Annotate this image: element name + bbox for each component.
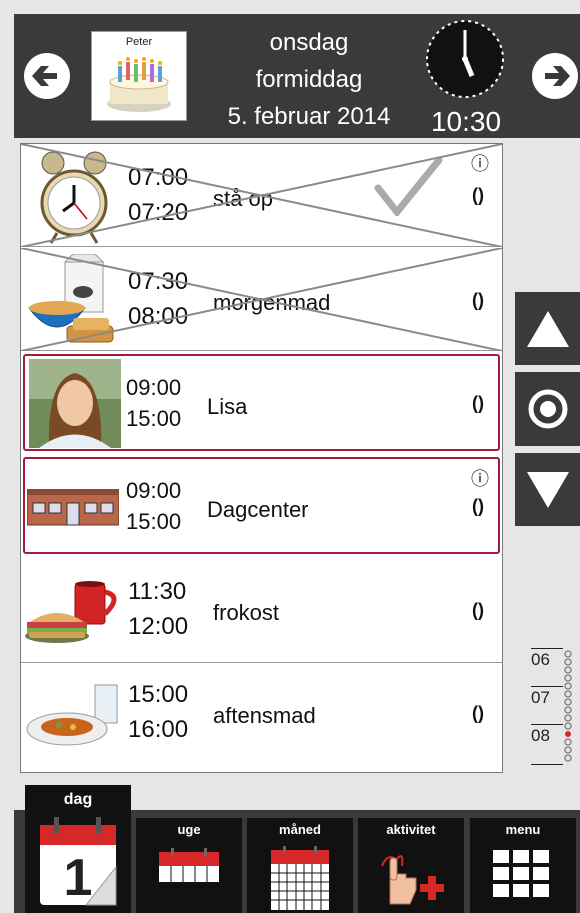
- end-time: 16:00: [128, 716, 189, 743]
- person-photo: [29, 359, 121, 448]
- triangle-down-icon: [526, 471, 569, 508]
- profile-picture[interactable]: Peter: [91, 31, 187, 121]
- end-time: 15:00: [126, 509, 182, 534]
- birthday-cake-icon: [107, 57, 171, 112]
- activity-row[interactable]: 11:30 12:00 frokost (): [21, 560, 502, 663]
- profile-name: Peter: [125, 36, 153, 48]
- start-time: 09:00: [126, 478, 182, 503]
- daypart-label: formiddag: [255, 66, 363, 93]
- activity-row-selected[interactable]: 09:00 15:00 Dagcenter ⓘ (): [23, 457, 500, 554]
- calendar-week-icon: [159, 848, 219, 882]
- tab-uge[interactable]: uge: [136, 818, 242, 913]
- date-label: 5. februar 2014: [227, 103, 391, 130]
- calendar-day-icon: 1: [40, 817, 117, 907]
- tab-aktivitet[interactable]: aktivitet: [358, 818, 464, 913]
- activity-title: frokost: [213, 600, 280, 625]
- end-time: 15:00: [126, 406, 182, 431]
- timeline-beads-icon: [564, 650, 572, 762]
- next-day-button[interactable]: [532, 53, 578, 99]
- repeat-icon[interactable]: (): [472, 600, 484, 621]
- tab-dag[interactable]: dag 1: [25, 785, 131, 913]
- start-time: 09:00: [126, 375, 182, 400]
- previous-day-button[interactable]: [24, 53, 70, 99]
- scroll-up-button[interactable]: [515, 292, 580, 365]
- analog-clock-icon: [426, 20, 504, 98]
- tab-label: uge: [177, 822, 201, 837]
- activity-title: Lisa: [207, 394, 248, 419]
- svg-text:1: 1: [64, 849, 93, 907]
- activity-row[interactable]: 07:0007:20 stå op ⓘ (): [21, 144, 502, 247]
- triangle-up-icon: [526, 310, 569, 347]
- start-time: 15:00: [128, 681, 189, 708]
- timeline-tick: 08: [531, 724, 563, 746]
- repeat-icon[interactable]: (): [472, 393, 484, 414]
- info-icon[interactable]: ⓘ: [471, 465, 489, 491]
- add-activity-icon: [381, 855, 444, 905]
- tab-maaned[interactable]: måned: [247, 818, 353, 913]
- arrow-right-icon: [545, 66, 570, 86]
- tab-menu[interactable]: menu: [470, 818, 576, 913]
- tab-label: dag: [63, 791, 93, 808]
- sandwich-mug-icon: [25, 581, 117, 643]
- grid-menu-icon: [493, 850, 549, 897]
- dinner-plate-icon: [26, 684, 118, 746]
- timeline-ruler[interactable]: 06 07 08: [531, 648, 573, 768]
- arrow-left-icon: [32, 66, 57, 86]
- activity-row-selected[interactable]: 09:00 15:00 Lisa (): [23, 354, 500, 451]
- header-bar: Peter onsdag formiddag 5. februar 2014 1…: [14, 14, 580, 138]
- timeline-tick: 07: [531, 686, 563, 708]
- end-time: 12:00: [128, 613, 189, 640]
- timeline-end-line: [531, 764, 563, 765]
- start-time: 11:30: [128, 578, 187, 605]
- done-cross-overlay: [21, 144, 502, 247]
- activity-list[interactable]: 07:0007:20 stå op ⓘ () 07:3008:00 morgen…: [20, 143, 503, 773]
- activity-title: Dagcenter: [207, 497, 309, 522]
- activity-title: aftensmad: [213, 703, 316, 728]
- building-icon: [27, 489, 119, 526]
- done-cross-overlay: [21, 248, 502, 351]
- tab-label: menu: [505, 822, 541, 837]
- target-circle-icon: [528, 389, 567, 429]
- activity-row[interactable]: 07:3008:00 morgenmad (): [21, 248, 502, 351]
- repeat-icon[interactable]: (): [472, 703, 484, 724]
- weekday-label: onsdag: [269, 29, 349, 56]
- scroll-down-button[interactable]: [515, 453, 580, 526]
- activity-row[interactable]: 15:00 16:00 aftensmad (): [21, 663, 502, 766]
- timeline-tick: 06: [531, 648, 563, 670]
- calendar-month-icon: [271, 846, 329, 910]
- tab-label: måned: [279, 822, 321, 837]
- current-time: 10:30: [430, 106, 502, 137]
- repeat-icon[interactable]: (): [472, 496, 484, 517]
- tab-label: aktivitet: [386, 822, 436, 837]
- go-to-now-button[interactable]: [515, 372, 580, 446]
